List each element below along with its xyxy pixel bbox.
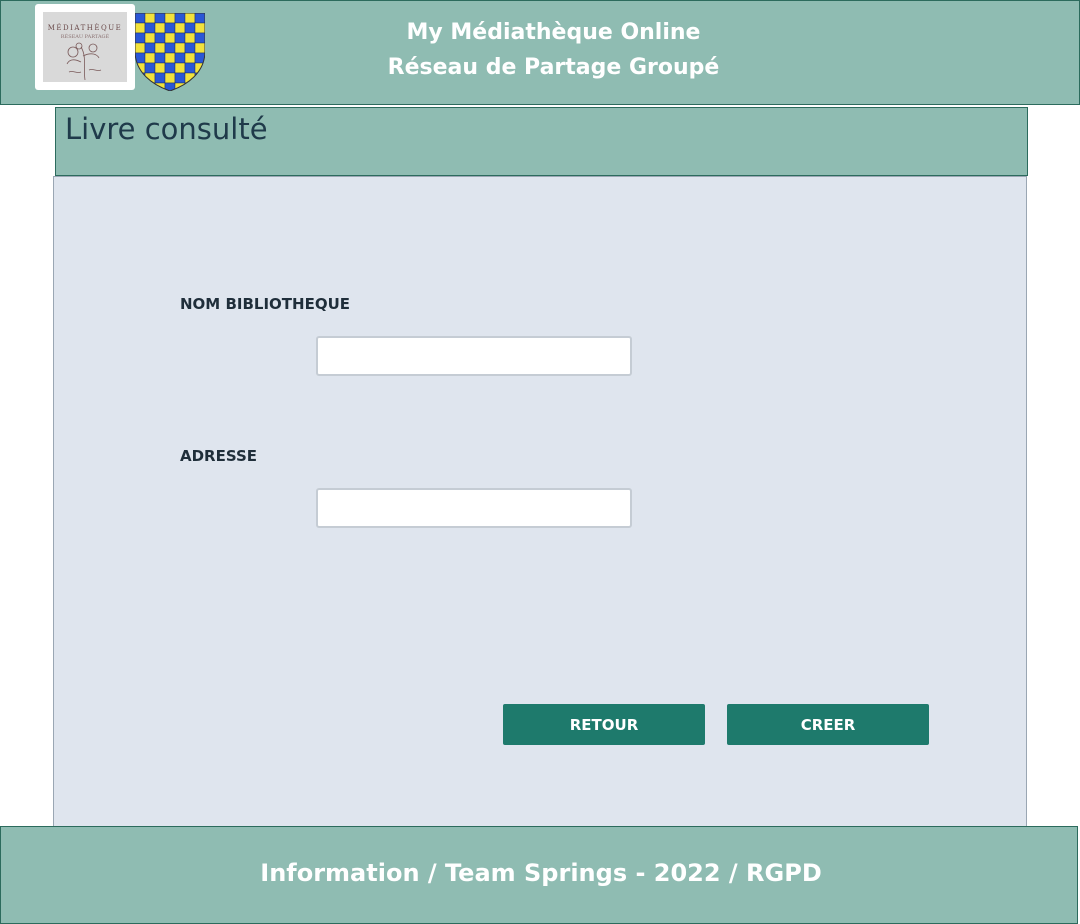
checkered-shield-icon: [135, 13, 205, 91]
mediatheque-logo[interactable]: MÉDIATHÈQUE RÉSEAU PARTAGÉ: [35, 4, 135, 90]
library-name-label: NOM BIBLIOTHEQUE: [180, 295, 351, 313]
back-button[interactable]: RETOUR: [503, 704, 705, 745]
header: MÉDIATHÈQUE RÉSEAU PARTAGÉ My Médiathèqu…: [0, 0, 1080, 105]
create-button[interactable]: CREER: [727, 704, 929, 745]
form-panel: NOM BIBLIOTHEQUE ADRESSE RETOUR CREER: [53, 176, 1027, 830]
footer-links[interactable]: Information / Team Springs - 2022 / RGPD: [1, 859, 1080, 887]
address-label: ADRESSE: [180, 447, 258, 465]
address-input[interactable]: [316, 488, 632, 528]
page-title: Livre consulté: [65, 112, 268, 146]
site-title-line1: My Médiathèque Online: [406, 20, 701, 45]
page-title-bar: Livre consulté: [55, 107, 1028, 176]
site-title-line2: Réseau de Partage Groupé: [387, 55, 720, 80]
flower-sketch-icon: [66, 42, 102, 81]
footer: Information / Team Springs - 2022 / RGPD: [0, 826, 1078, 924]
site-title: My Médiathèque Online Réseau de Partage …: [341, 15, 766, 85]
library-name-input[interactable]: [316, 336, 632, 376]
logo-image: MÉDIATHÈQUE RÉSEAU PARTAGÉ: [43, 12, 127, 82]
